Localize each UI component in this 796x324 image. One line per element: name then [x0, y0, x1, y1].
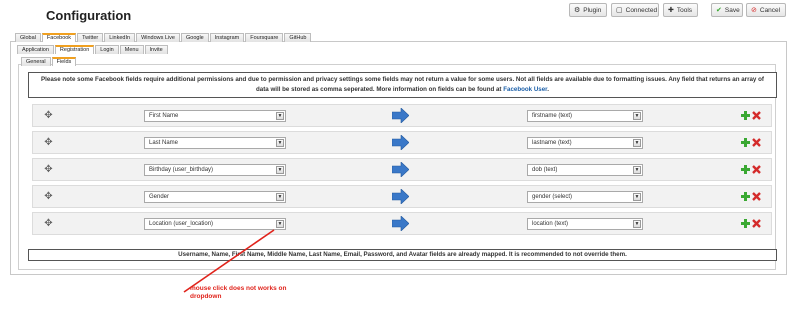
annotation-text: mouse click does not works on dropdown	[190, 285, 287, 300]
annotation-arrow	[183, 229, 275, 293]
